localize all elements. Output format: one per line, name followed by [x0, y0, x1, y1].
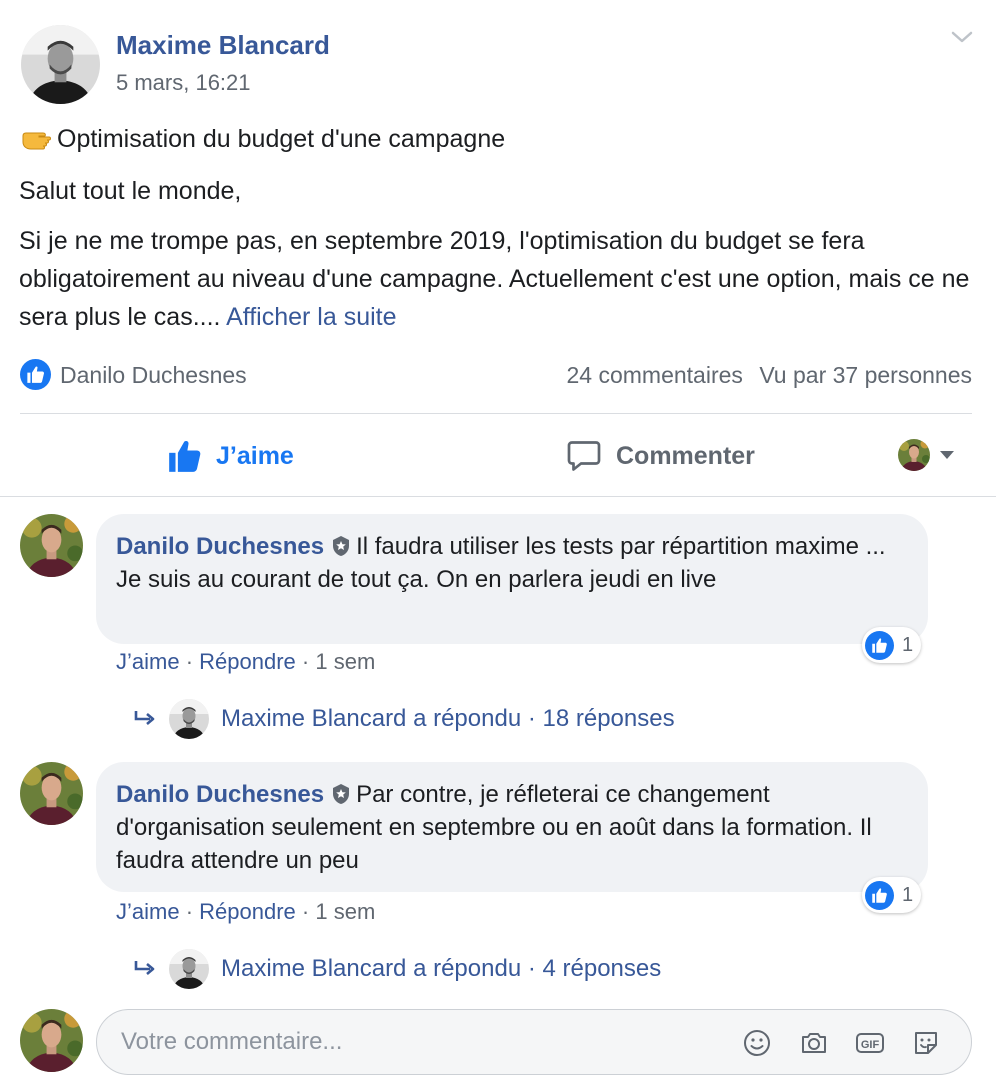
- view-replies-link[interactable]: Maxime Blancard a répondu · 18 réponses: [133, 698, 675, 740]
- post-body: Si je ne me trompe pas, en septembre 201…: [19, 222, 979, 336]
- separator: ·: [301, 899, 316, 924]
- reactions-summary: Danilo Duchesnes 24 commentaires Vu par …: [20, 358, 972, 394]
- emoji-icon[interactable]: [741, 1027, 773, 1059]
- avatar: [169, 949, 209, 989]
- caret-down-icon: [940, 451, 954, 459]
- divider: [0, 496, 996, 497]
- comment-composer: GIF: [96, 1009, 972, 1075]
- avatar: [169, 699, 209, 739]
- commenter-avatar[interactable]: [20, 762, 83, 825]
- comment-author[interactable]: Danilo Duchesnes: [116, 781, 324, 808]
- comments-count[interactable]: 24 commentaires: [567, 362, 743, 388]
- separator: ·: [301, 649, 316, 674]
- reply-summary: Maxime Blancard a répondu · 4 réponses: [221, 955, 662, 982]
- separator: ·: [185, 899, 200, 924]
- comment-age[interactable]: 1 sem: [315, 649, 375, 674]
- comment-button[interactable]: Commenter: [566, 434, 755, 478]
- like-reaction-icon[interactable]: [20, 359, 51, 390]
- comment-age[interactable]: 1 sem: [315, 899, 375, 924]
- post-body-text: Si je ne me trompe pas, en septembre 201…: [19, 227, 970, 331]
- comment-reaction-count[interactable]: 1: [862, 627, 922, 663]
- comment-bubble: Danilo Duchesnes Il faudra utiliser les t…: [96, 514, 928, 644]
- reaction-count: 1: [902, 633, 914, 656]
- comment-like-link[interactable]: J’aime: [116, 899, 180, 924]
- like-button[interactable]: J’aime: [166, 434, 294, 478]
- comment-bubble: Danilo Duchesnes Par contre, je réfletera…: [96, 762, 928, 892]
- seen-by-count[interactable]: Vu par 37 personnes: [759, 362, 972, 388]
- comment-like-link[interactable]: J’aime: [116, 649, 180, 674]
- commenter-avatar[interactable]: [20, 514, 83, 577]
- sticker-icon[interactable]: [910, 1027, 942, 1059]
- comment-reply-link[interactable]: Répondre: [199, 899, 296, 924]
- reply-arrow-icon: [134, 961, 155, 975]
- separator: ·: [185, 649, 200, 674]
- comment-author[interactable]: Danilo Duchesnes: [116, 533, 324, 560]
- thumbs-up-icon: [169, 440, 201, 472]
- like-reaction-icon: [865, 880, 894, 910]
- comment-as-selector[interactable]: [898, 439, 956, 471]
- chevron-down-icon[interactable]: [948, 26, 976, 48]
- comment-input[interactable]: [121, 1022, 721, 1062]
- comment-reaction-count[interactable]: 1: [862, 877, 922, 913]
- comment-meta: J’aime · Répondre · 1 sem: [116, 649, 375, 675]
- see-more-link[interactable]: Afficher la suite: [226, 303, 396, 331]
- admin-badge-icon: [333, 536, 350, 556]
- reaction-count: 1: [902, 883, 914, 906]
- gif-label: GIF: [861, 1039, 880, 1051]
- reply-summary: Maxime Blancard a répondu · 18 réponses: [221, 705, 675, 732]
- like-button-label: J’aime: [216, 441, 294, 470]
- like-reaction-icon: [865, 630, 894, 660]
- comment-reply-link[interactable]: Répondre: [199, 649, 296, 674]
- post-timestamp[interactable]: 5 mars, 16:21: [116, 70, 251, 96]
- reply-arrow-icon: [134, 711, 155, 725]
- post-greeting: Salut tout le monde,: [19, 177, 242, 205]
- post-title-text: Optimisation du budget d'une campagne: [57, 124, 506, 153]
- author-avatar[interactable]: [21, 25, 100, 104]
- comment-meta: J’aime · Répondre · 1 sem: [116, 899, 375, 925]
- author-name[interactable]: Maxime Blancard: [116, 30, 330, 61]
- current-user-avatar[interactable]: [20, 1009, 83, 1072]
- camera-icon[interactable]: [798, 1027, 830, 1059]
- avatar: [898, 439, 930, 471]
- gif-icon[interactable]: GIF: [854, 1027, 886, 1059]
- pointing-hand-icon: [22, 132, 51, 150]
- post-action-bar: J’aime Commenter: [0, 414, 996, 496]
- post-title: Optimisation du budget d'une campagne: [21, 124, 505, 154]
- admin-badge-icon: [333, 784, 350, 804]
- post-stats: 24 commentaires Vu par 37 personnes: [557, 362, 973, 389]
- reactor-name[interactable]: Danilo Duchesnes: [60, 362, 247, 389]
- speech-bubble-icon: [567, 441, 601, 471]
- comment-button-label: Commenter: [616, 441, 755, 470]
- view-replies-link[interactable]: Maxime Blancard a répondu · 4 réponses: [133, 948, 661, 990]
